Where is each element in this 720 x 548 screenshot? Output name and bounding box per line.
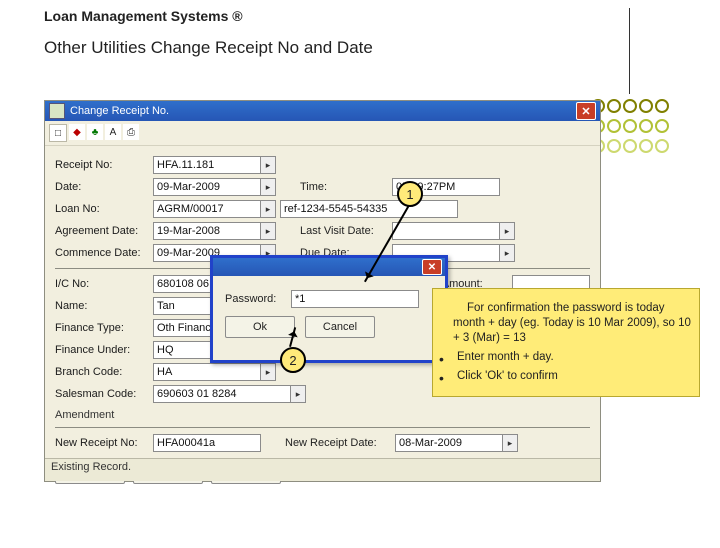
ref-field[interactable]: ref-1234-5545-54335: [280, 200, 458, 218]
salesman-code-label: Salesman Code:: [55, 388, 153, 400]
stepper-icon[interactable]: ▸: [260, 178, 276, 196]
ic-no-label: I/C No:: [55, 278, 153, 290]
loan-no-label: Loan No:: [55, 203, 153, 215]
titlebar: Change Receipt No. ✕: [45, 101, 600, 121]
toolbar-btn-5[interactable]: ⎙: [123, 124, 139, 140]
finance-under-label: Finance Under:: [55, 344, 153, 356]
password-dialog: ✕ Password: *1 Ok Cancel: [210, 255, 448, 363]
last-visit-field[interactable]: [392, 222, 500, 240]
commence-date-label: Commence Date:: [55, 247, 153, 259]
cancel-button[interactable]: Cancel: [305, 316, 375, 338]
amendment-section-label: Amendment: [55, 409, 590, 421]
instruction-box: For confirmation the password is today m…: [432, 288, 700, 397]
toolbar-btn-3[interactable]: ♣: [87, 124, 103, 140]
new-receipt-no-field[interactable]: HFA00041a: [153, 434, 261, 452]
new-receipt-date-label: New Receipt Date:: [285, 437, 395, 449]
stepper-icon[interactable]: ▸: [260, 200, 276, 218]
toolbar-btn-1[interactable]: □: [49, 124, 67, 142]
close-icon[interactable]: ✕: [422, 259, 442, 275]
ok-button[interactable]: Ok: [225, 316, 295, 338]
finance-type-label: Finance Type:: [55, 322, 153, 334]
tip-line-2: Enter month + day.: [453, 350, 691, 365]
new-receipt-no-label: New Receipt No:: [55, 437, 153, 449]
stepper-icon[interactable]: ▸: [502, 434, 518, 452]
page-subtitle: Other Utilities Change Receipt No and Da…: [44, 38, 676, 58]
window-title: Change Receipt No.: [70, 105, 576, 117]
stepper-icon[interactable]: ▸: [260, 222, 276, 240]
toolbar-btn-4[interactable]: A: [105, 124, 121, 140]
close-icon[interactable]: ✕: [576, 102, 596, 120]
loan-no-field[interactable]: AGRM/00017: [153, 200, 261, 218]
date-field[interactable]: 09-Mar-2009: [153, 178, 261, 196]
callout-2: 2: [280, 347, 306, 373]
toolbar-btn-2[interactable]: ◆: [69, 124, 85, 140]
date-label: Date:: [55, 181, 153, 193]
agreement-date-field[interactable]: 19-Mar-2008: [153, 222, 261, 240]
dialog-titlebar: ✕: [213, 258, 445, 276]
status-bar: Existing Record.: [45, 458, 600, 481]
tip-line-3: Click 'Ok' to confirm: [453, 369, 691, 384]
agreement-date-label: Agreement Date:: [55, 225, 153, 237]
receipt-no-field[interactable]: HFA.11.181: [153, 156, 261, 174]
app-icon: [49, 103, 65, 119]
new-receipt-date-field[interactable]: 08-Mar-2009: [395, 434, 503, 452]
stepper-icon[interactable]: ▸: [499, 244, 515, 262]
stepper-icon[interactable]: ▸: [260, 363, 276, 381]
stepper-icon[interactable]: ▸: [290, 385, 306, 403]
tip-line-1: For confirmation the password is today m…: [453, 301, 691, 346]
name-label: Name:: [55, 300, 153, 312]
salesman-code-field[interactable]: 690603 01 8284: [153, 385, 291, 403]
time-label: Time:: [300, 181, 392, 193]
page-title: Loan Management Systems ®: [44, 8, 676, 24]
decorative-dots: [590, 94, 670, 158]
branch-code-label: Branch Code:: [55, 366, 153, 378]
vertical-divider: [629, 8, 630, 94]
last-visit-label: Last Visit Date:: [300, 225, 392, 237]
toolbar: □ ◆ ♣ A ⎙: [45, 121, 600, 146]
password-field[interactable]: *1: [291, 290, 419, 308]
stepper-icon[interactable]: ▸: [499, 222, 515, 240]
receipt-no-label: Receipt No:: [55, 159, 153, 171]
branch-code-field[interactable]: HA: [153, 363, 261, 381]
password-label: Password:: [225, 293, 291, 305]
stepper-icon[interactable]: ▸: [260, 156, 276, 174]
callout-1: 1: [397, 181, 423, 207]
